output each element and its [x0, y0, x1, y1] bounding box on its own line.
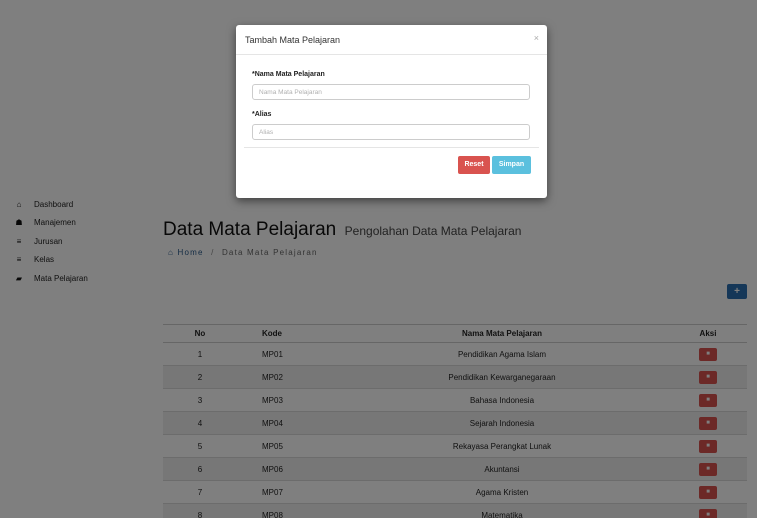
- modal-title: Tambah Mata Pelajaran: [245, 35, 341, 45]
- modal-header: Tambah Mata Pelajaran ×: [236, 25, 547, 55]
- add-mapel-modal: Tambah Mata Pelajaran × *Nama Mata Pelaj…: [236, 25, 547, 198]
- nama-mapel-label: *Nama Mata Pelajaran: [252, 71, 325, 78]
- close-icon[interactable]: ×: [534, 33, 539, 43]
- save-button[interactable]: Simpan: [492, 156, 531, 174]
- nama-mapel-input[interactable]: [252, 84, 530, 100]
- modal-divider: [244, 147, 539, 148]
- alias-label: *Alias: [252, 111, 272, 118]
- alias-input[interactable]: [252, 124, 530, 140]
- reset-button[interactable]: Reset: [458, 156, 490, 174]
